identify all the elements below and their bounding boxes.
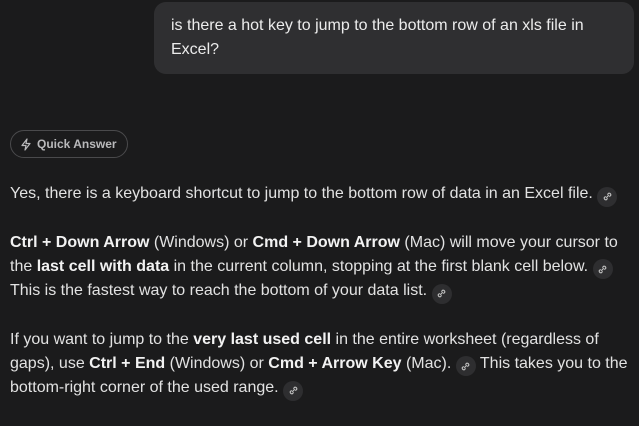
quick-answer-badge[interactable]: Quick Answer: [10, 130, 128, 158]
shortcut-ctrl-end: Ctrl + End: [89, 354, 166, 372]
user-message-bubble: is there a hot key to jump to the bottom…: [154, 2, 634, 74]
citation-link-button[interactable]: [283, 380, 304, 401]
answer-text: (Mac).: [401, 354, 452, 372]
link-icon: [460, 361, 471, 372]
answer-text: Yes, there is a keyboard shortcut to jum…: [10, 185, 593, 202]
answer-text: in the current column, stopping at the f…: [169, 257, 589, 275]
user-message-text: is there a hot key to jump to the bottom…: [171, 17, 584, 58]
link-icon: [597, 264, 608, 275]
citation-link-button[interactable]: [431, 283, 452, 304]
shortcut-cmd-arrow: Cmd + Arrow Key: [268, 354, 402, 372]
emphasis-last-used-cell: very last used cell: [193, 330, 332, 348]
link-icon: [436, 288, 447, 299]
link-icon: [602, 191, 613, 202]
answer-text: This is the fastest way to reach the bot…: [10, 282, 428, 299]
answer-paragraph-3: If you want to jump to the very last use…: [10, 328, 638, 401]
shortcut-cmd-down: Cmd + Down Arrow: [252, 233, 400, 251]
shortcut-ctrl-down: Ctrl + Down Arrow: [10, 233, 150, 251]
answer-paragraph-1: Yes, there is a keyboard shortcut to jum…: [10, 182, 638, 207]
answer-text: If you want to jump to the: [10, 330, 194, 348]
citation-link-button[interactable]: [592, 259, 613, 279]
citation-link-button[interactable]: [597, 186, 618, 207]
answer-paragraph-2: Ctrl + Down Arrow (Windows) or Cmd + Dow…: [10, 231, 638, 304]
emphasis-last-cell: last cell with data: [36, 257, 170, 275]
answer-text: (Windows) or: [149, 233, 253, 251]
lightning-icon: [20, 137, 32, 151]
link-icon: [288, 385, 299, 396]
assistant-answer: Yes, there is a keyboard shortcut to jum…: [10, 182, 638, 425]
citation-link-button[interactable]: [455, 356, 476, 376]
quick-answer-label: Quick Answer: [37, 137, 117, 151]
answer-text: (Windows) or: [165, 354, 269, 372]
